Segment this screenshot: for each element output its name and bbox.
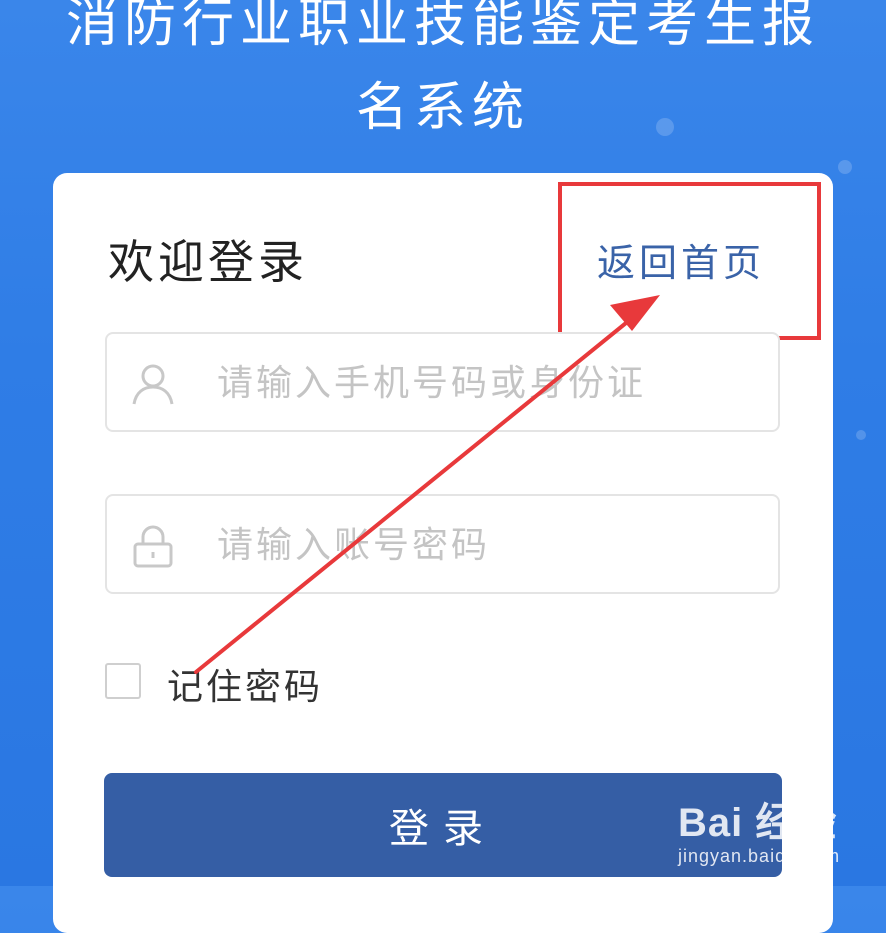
account-input[interactable] (215, 350, 759, 416)
background-dot (856, 430, 866, 440)
remember-password-label: 记住密码 (167, 667, 324, 708)
user-icon (132, 364, 174, 405)
account-field (105, 332, 780, 432)
lock-icon (133, 525, 173, 568)
password-field (105, 494, 780, 594)
password-input[interactable] (215, 512, 759, 578)
background-dot (838, 160, 852, 174)
watermark-url: jingyan.baidu.com (678, 846, 841, 866)
baidu-jingyan-watermark: Bai 经验 jingyan.baidu.com (678, 790, 840, 867)
watermark-brand: Bai 经验 (678, 801, 838, 845)
annotation-highlight-box (558, 182, 821, 340)
welcome-heading: 欢迎登录 (108, 235, 308, 289)
remember-password-checkbox[interactable] (105, 663, 141, 699)
page-title: 消防行业职业技能鉴定考生报名系统 (65, 0, 820, 138)
